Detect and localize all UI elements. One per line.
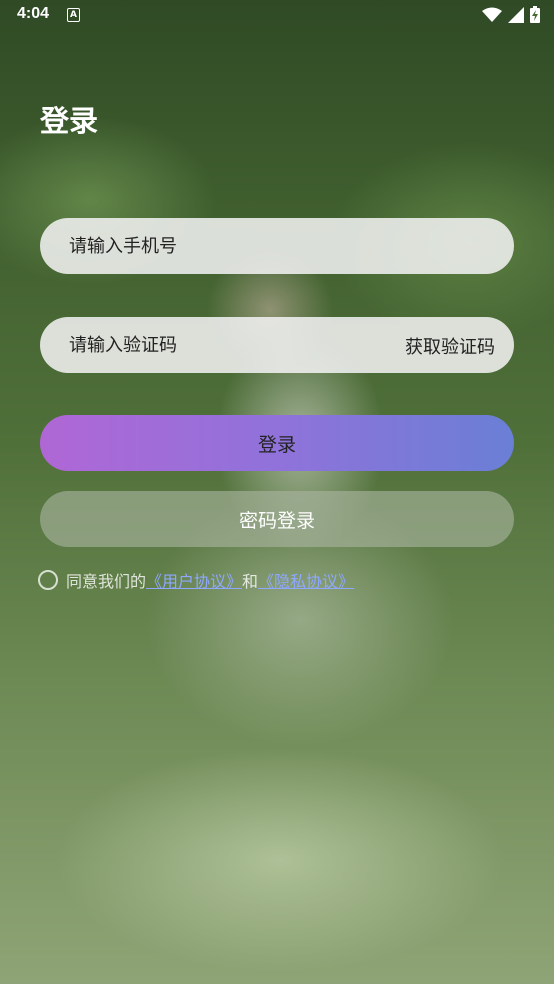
status-bar: 4:04 A — [0, 0, 554, 30]
notification-a-icon: A — [67, 8, 80, 22]
phone-field — [40, 218, 514, 274]
agreement-and: 和 — [242, 572, 259, 591]
code-input[interactable] — [69, 317, 369, 373]
user-agreement-link[interactable]: 《用户协议》 — [146, 568, 242, 592]
code-field: 获取验证码 — [40, 317, 514, 373]
agreement-row: 同意我们的 《用户协议》 和 《隐私协议》 — [38, 568, 354, 592]
page-title: 登录 — [40, 104, 99, 138]
password-login-button[interactable]: 密码登录 — [40, 491, 514, 547]
signal-icon — [508, 6, 524, 27]
status-time: 4:04 — [17, 5, 50, 22]
login-button[interactable]: 登录 — [40, 415, 514, 471]
status-icons — [482, 6, 540, 27]
battery-charging-icon — [530, 6, 540, 27]
get-code-button[interactable]: 获取验证码 — [405, 333, 495, 359]
privacy-agreement-link[interactable]: 《隐私协议》 — [258, 568, 354, 592]
wifi-icon — [482, 7, 502, 27]
agree-radio[interactable] — [38, 570, 58, 590]
agreement-prefix: 同意我们的 — [66, 572, 147, 591]
login-screen: 4:04 A 登录 获取验证码 登录 密码登录 — [0, 0, 554, 984]
phone-input[interactable] — [69, 218, 369, 274]
